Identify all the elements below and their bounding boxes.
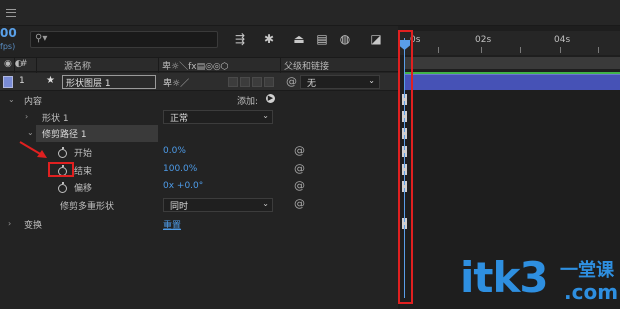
expression-spiral-icon[interactable]: @	[294, 197, 305, 210]
blend-mode-dropdown[interactable]: 正常 ⌄	[163, 110, 273, 124]
offset-row: 偏移 0x +0.0° @	[0, 179, 398, 196]
transform-label: 变换	[24, 221, 43, 231]
annotation-box-stopwatch	[48, 162, 74, 177]
annotation-box-timeline	[398, 30, 413, 304]
offset-value[interactable]: 0x +0.0°	[163, 181, 203, 191]
fps-label: fps)	[0, 42, 16, 51]
chevron-down-icon[interactable]: ⌄	[8, 95, 15, 104]
layer-name[interactable]: 形状图层 1	[62, 75, 156, 89]
watermark-brand: itk3	[460, 253, 549, 302]
expression-spiral-icon[interactable]: @	[294, 144, 305, 157]
add-menu-icon[interactable]: ▶	[266, 94, 275, 103]
draft-3d-icon[interactable]: ✱	[261, 31, 277, 47]
search-icon: ⚲▾	[35, 33, 48, 44]
shape-label: 形状 1	[42, 114, 69, 124]
contents-row: ⌄ 内容 添加: ▶	[0, 92, 398, 109]
parent-value: 无	[307, 79, 317, 89]
end-label: 结束	[74, 167, 93, 177]
hide-shy-icon[interactable]: ⏏	[291, 31, 307, 47]
pick-whip-icon[interactable]: @	[286, 75, 297, 88]
trim-paths-row[interactable]: ⌄ 修剪路径 1	[0, 125, 398, 142]
layer-duration-bar[interactable]	[404, 74, 620, 90]
chevron-down-icon: ⌄	[262, 111, 269, 120]
switch-box[interactable]	[240, 77, 250, 87]
start-value[interactable]: 0.0%	[163, 146, 186, 156]
panel-top-bar	[0, 0, 620, 26]
watermark-cn: 一堂课	[560, 260, 614, 281]
stopwatch-icon[interactable]	[58, 147, 67, 158]
trim-multiple-value: 同时	[170, 202, 189, 212]
trim-multiple-dropdown[interactable]: 同时 ⌄	[163, 198, 273, 212]
switch-box[interactable]	[264, 77, 274, 87]
frame-blend-icon[interactable]: ▤	[314, 31, 330, 47]
annotation-arrow	[19, 141, 47, 158]
stopwatch-icon[interactable]	[58, 182, 67, 193]
layer-switches[interactable]: 卑☼／	[163, 76, 189, 89]
tick	[520, 47, 521, 53]
header-number: #	[20, 59, 28, 69]
chevron-down-icon[interactable]: ⌄	[27, 128, 34, 137]
tick	[598, 47, 599, 53]
switch-box[interactable]	[228, 77, 238, 87]
header-source-name[interactable]: 源名称	[64, 59, 91, 72]
trim-paths-label: 修剪路径 1	[42, 130, 87, 140]
transform-reset-link[interactable]: 重置	[163, 218, 181, 231]
offset-label: 偏移	[74, 184, 93, 194]
contents-label: 内容	[24, 97, 43, 107]
switches-icons: 卑☼＼fx▤◎◎⬡	[162, 62, 229, 72]
transform-row: › 变换 重置	[0, 216, 398, 233]
chevron-right-icon[interactable]: ›	[8, 219, 11, 228]
layer-column-header: ◉ ◐ # 源名称 卑☼＼fx▤◎◎⬡ 父级和链接	[0, 57, 398, 73]
layer-row[interactable]: 1 ★ 形状图层 1 卑☼／ @ 无 ⌄	[0, 73, 398, 91]
chevron-down-icon: ⌄	[262, 199, 269, 208]
tick-label-4: 04s	[554, 35, 571, 45]
chevron-right-icon[interactable]: ›	[25, 112, 28, 121]
work-area-bar[interactable]	[405, 57, 620, 69]
tick-label-2: 02s	[475, 35, 492, 45]
blend-mode-value: 正常	[170, 114, 189, 124]
start-label: 开始	[74, 149, 93, 159]
motion-blur-icon[interactable]: ◍	[337, 31, 353, 47]
start-row: 开始 0.0% @	[0, 144, 398, 161]
graph-editor-icon[interactable]: ⇶	[232, 31, 248, 47]
tick	[438, 47, 439, 53]
switch-box[interactable]	[252, 77, 262, 87]
time-ruler[interactable]: 0s 02s 04s	[398, 31, 620, 55]
expression-spiral-icon[interactable]: @	[294, 179, 305, 192]
current-timecode[interactable]: 00	[0, 26, 17, 40]
end-value[interactable]: 100.0%	[163, 164, 197, 174]
trim-multiple-row: 修剪多重形状 同时 ⌄ @	[0, 197, 398, 214]
expression-spiral-icon[interactable]: @	[294, 162, 305, 175]
panel-menu-icon[interactable]	[6, 9, 16, 17]
search-input[interactable]: ⚲▾	[30, 31, 218, 48]
layer-label-color[interactable]	[3, 76, 13, 88]
watermark-suffix: .com	[564, 280, 619, 304]
chevron-down-icon: ⌄	[368, 76, 375, 85]
add-label: 添加:	[237, 97, 259, 107]
tick	[481, 47, 482, 53]
shape-row: › 形状 1 正常 ⌄	[0, 109, 398, 126]
trim-multiple-label: 修剪多重形状	[60, 202, 115, 212]
graph-icon[interactable]: ◪	[368, 31, 384, 47]
shape-layer-star-icon: ★	[46, 75, 55, 86]
watermark-logo: itk3 一堂课 .com	[460, 254, 620, 306]
header-parent-link[interactable]: 父级和链接	[284, 59, 329, 72]
layer-index: 1	[19, 76, 25, 86]
parent-dropdown[interactable]: 无 ⌄	[300, 75, 380, 89]
tick	[560, 47, 561, 53]
